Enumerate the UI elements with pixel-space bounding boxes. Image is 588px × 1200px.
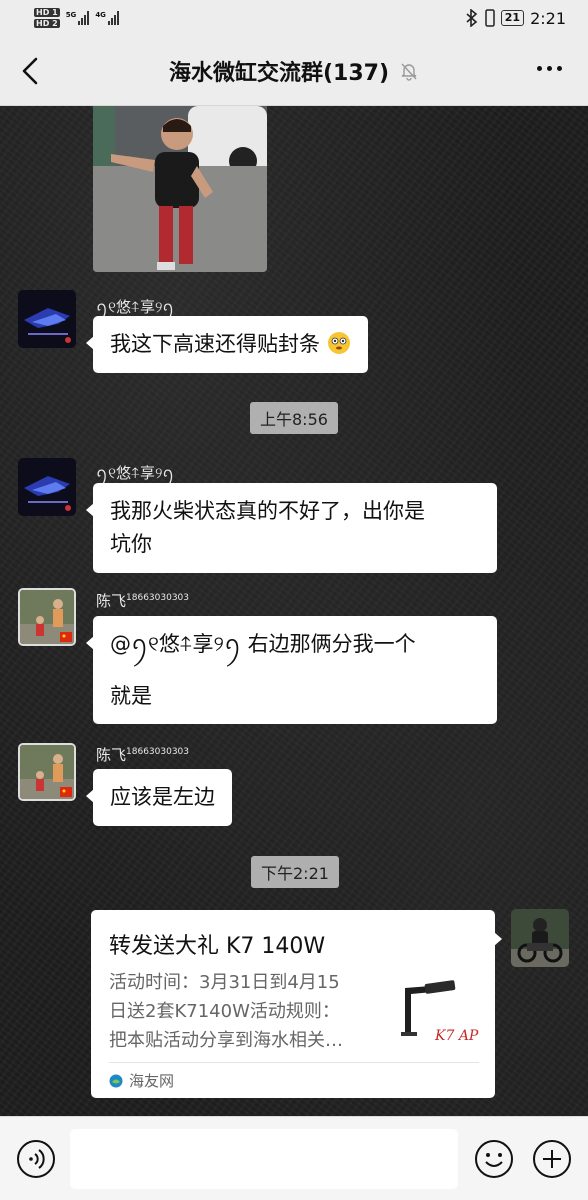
title-wrap: 海水微缸交流群(137): [169, 55, 419, 87]
message-text-line: 就是: [110, 684, 152, 708]
more-options-button[interactable]: [537, 66, 562, 71]
emoji-button[interactable]: [474, 1139, 514, 1179]
timestamp-pill: 下午2:21: [251, 856, 339, 888]
input-bar: [0, 1116, 588, 1200]
signal-5g-icon: 5G: [66, 11, 90, 25]
status-bar: HD 1 HD 2 5G 4G 21 2:21: [0, 0, 588, 36]
own-avatar[interactable]: [511, 909, 569, 967]
card-desc-line: 把本贴活动分享到海水相关…: [109, 1030, 343, 1051]
vibrate-icon: [485, 9, 495, 27]
message-text: 我这下高速还得贴封条: [110, 332, 320, 356]
chat-area[interactable]: ꪆ୧悠⍏享୨ꪆ 我这下高速还得贴封条 上午8:56 ꪆ୧悠⍏享୨ꪆ 我那火柴状态…: [0, 106, 588, 1116]
battery-indicator: 21: [500, 10, 525, 26]
message-bubble[interactable]: @ꪆ୧悠⍏享୨ꪆ 右边那俩分我一个 就是: [86, 616, 497, 724]
hd-indicators: HD 1 HD 2: [34, 8, 60, 28]
card-description: 活动时间：3月31日到4月15 日送2套K7140W活动规则： 把本贴活动分享到…: [109, 968, 379, 1055]
chat-header: 海水微缸交流群(137): [0, 36, 588, 106]
bluetooth-icon: [466, 9, 477, 27]
sender-tag: 18663030303: [126, 747, 190, 757]
signal-4g-icon: 4G: [95, 11, 119, 25]
mute-bell-icon: [401, 63, 417, 81]
avatar[interactable]: [18, 743, 76, 801]
sender-tag: 18663030303: [126, 593, 190, 603]
hd1-label: HD 1: [34, 8, 60, 17]
card-source-name: 海友网: [129, 1072, 175, 1090]
page-title: 海水微缸交流群(137): [168, 60, 390, 86]
avatar-image: [20, 590, 74, 644]
card-source: 海友网: [109, 1070, 174, 1091]
photo-message[interactable]: [93, 106, 267, 272]
avatar-image: [511, 909, 569, 967]
avatar-image: [18, 290, 76, 348]
haiyou-logo-icon: [109, 1074, 123, 1087]
card-title: 转发送大礼 K7 140W: [109, 934, 326, 959]
status-right: 21 2:21: [465, 9, 566, 28]
message-bubble[interactable]: 我这下高速还得贴封条: [86, 316, 368, 373]
message-bubble[interactable]: 我那火柴状态真的不好了，出你是 坑你: [86, 483, 497, 573]
clock: 2:21: [530, 8, 566, 28]
flushed-emoji-icon: [327, 332, 350, 354]
add-more-button[interactable]: [532, 1139, 572, 1179]
voice-input-button[interactable]: [16, 1139, 56, 1179]
avatar[interactable]: [18, 458, 76, 516]
message-text-line: 坑你: [110, 532, 152, 556]
avatar-image: [18, 458, 76, 516]
back-button[interactable]: [18, 56, 42, 86]
message-bubble[interactable]: 应该是左边: [86, 769, 232, 826]
message-text-line: @ꪆ୧悠⍏享୨ꪆ 右边那俩分我一个: [110, 632, 416, 656]
sender-name: 陈飞18663030303: [96, 744, 189, 765]
message-text: 应该是左边: [110, 785, 215, 809]
message-input[interactable]: [70, 1129, 458, 1189]
avatar[interactable]: [18, 290, 76, 348]
message-text-line: 我那火柴状态真的不好了，出你是: [110, 499, 425, 523]
sender-name-text: 陈飞: [96, 592, 127, 610]
hd2-label: HD 2: [34, 19, 60, 28]
card-thumb-mark: K7 AP: [434, 1028, 479, 1044]
share-card[interactable]: 转发送大礼 K7 140W 活动时间：3月31日到4月15 日送2套K7140W…: [91, 910, 502, 1098]
sender-name: 陈飞18663030303: [96, 590, 189, 611]
street-photo-image: [93, 106, 267, 272]
card-desc-line: 日送2套K7140W活动规则：: [109, 1001, 340, 1022]
sender-name-text: 陈飞: [96, 746, 127, 764]
lamp-product-image: K7 AP: [391, 968, 479, 1056]
avatar-image: [20, 745, 74, 799]
avatar[interactable]: [18, 588, 76, 646]
card-desc-line: 活动时间：3月31日到4月15: [109, 972, 340, 993]
card-divider: [109, 1062, 479, 1063]
timestamp-pill: 上午8:56: [250, 402, 338, 434]
status-left: HD 1 HD 2 5G 4G: [34, 8, 119, 28]
